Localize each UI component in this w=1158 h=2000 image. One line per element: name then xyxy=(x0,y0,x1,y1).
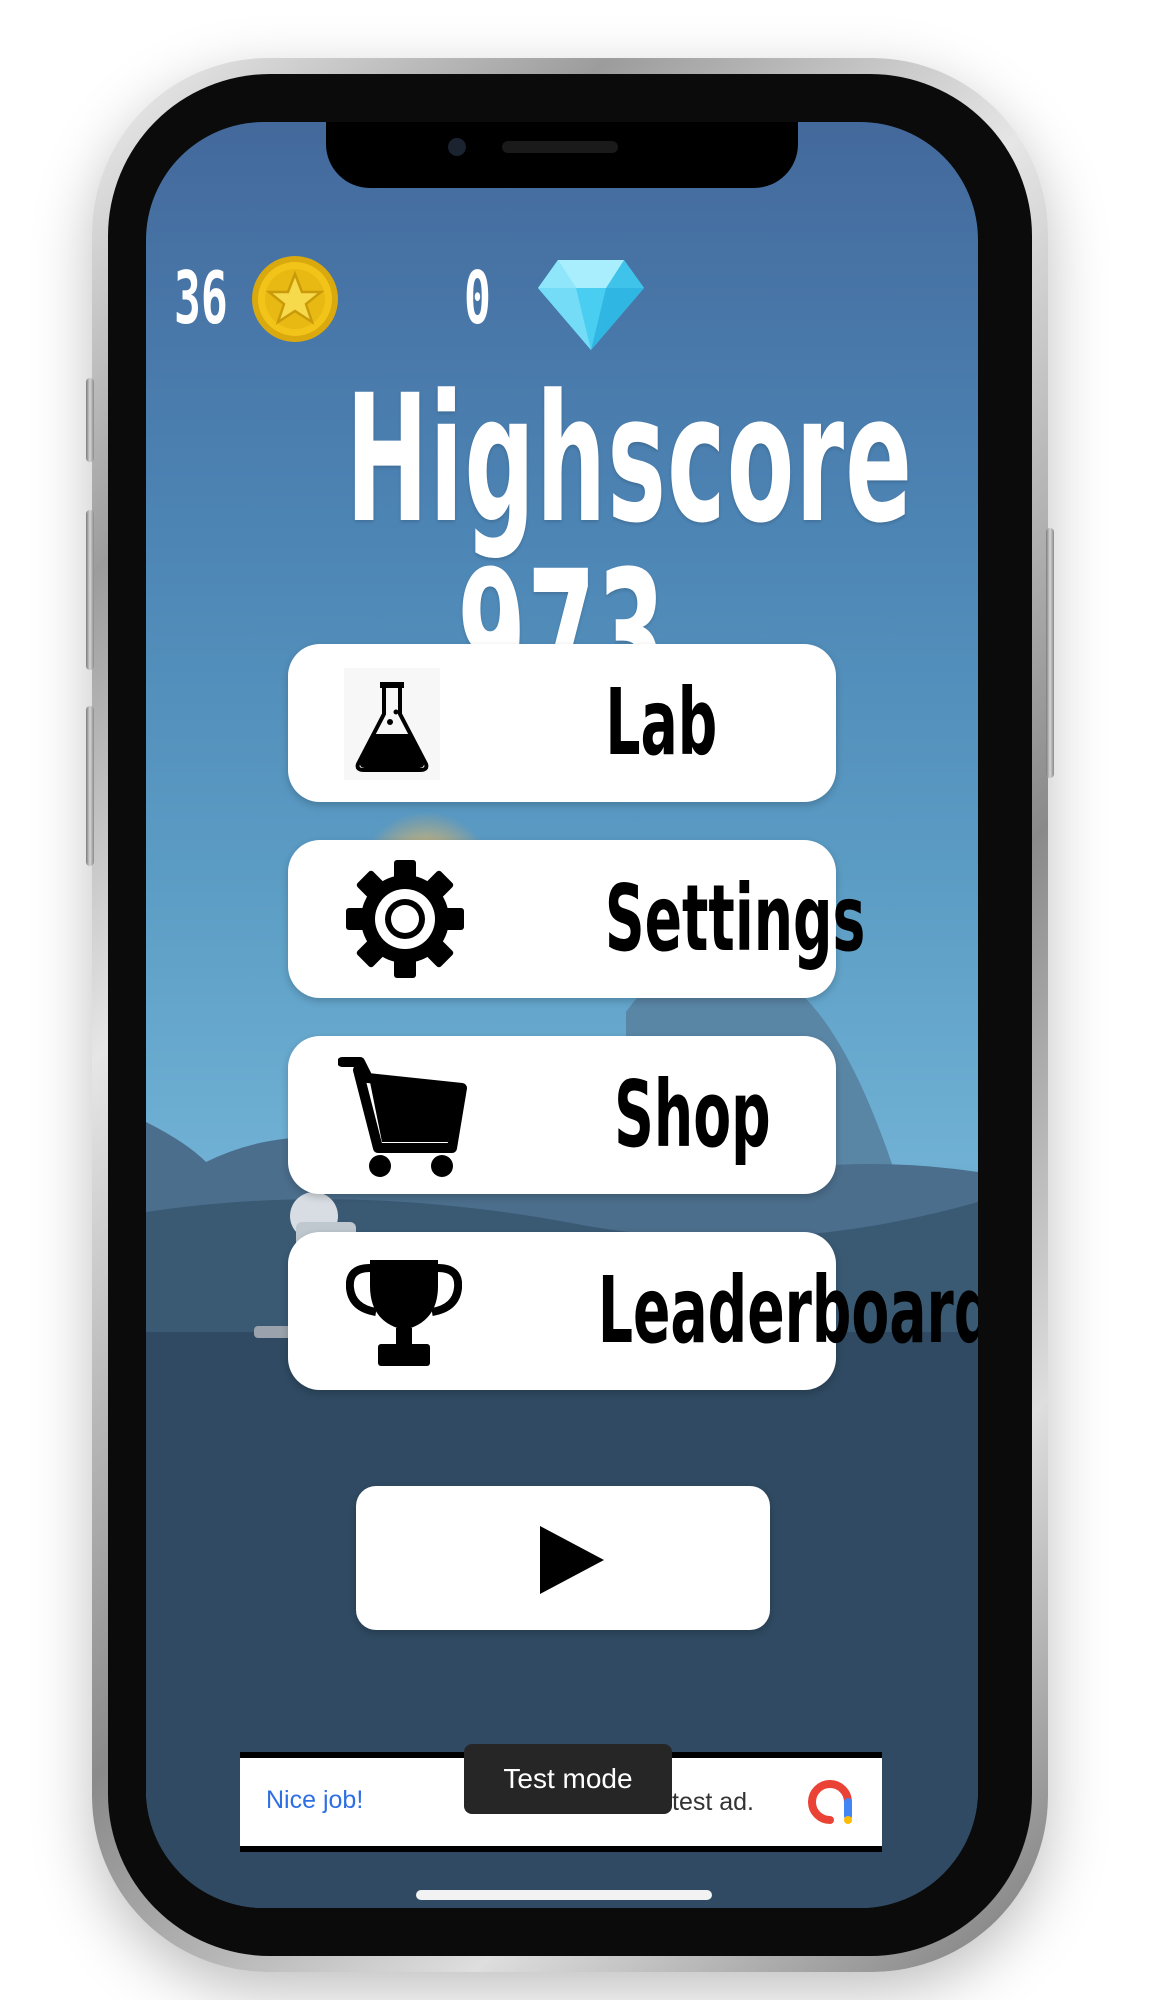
play-button[interactable] xyxy=(356,1486,770,1630)
gear-icon xyxy=(346,860,464,978)
trophy-icon xyxy=(346,1260,462,1366)
game-screen: 36 0 Highscore 973 Lab Settings Shop Lea… xyxy=(146,122,978,1908)
coin-count: 36 xyxy=(174,256,228,340)
leaderboard-button[interactable]: Leaderboard xyxy=(288,1232,978,1390)
lab-label: Lab xyxy=(605,669,718,776)
star-coin-icon xyxy=(252,256,338,342)
diamond-icon xyxy=(538,260,644,350)
notch xyxy=(326,122,798,188)
lab-button[interactable]: Lab xyxy=(288,644,836,802)
ad-body-text: test ad. xyxy=(672,1788,754,1816)
volume-down-button xyxy=(86,706,94,866)
test-mode-badge: Test mode xyxy=(464,1744,672,1814)
phone-frame: 36 0 Highscore 973 Lab Settings Shop Lea… xyxy=(86,58,1054,1972)
shop-label: Shop xyxy=(614,1061,771,1168)
shop-button[interactable]: Shop xyxy=(288,1036,836,1194)
earpiece-speaker xyxy=(502,141,618,153)
flask-icon xyxy=(344,668,440,780)
silent-switch xyxy=(86,378,94,462)
settings-label: Settings xyxy=(604,865,866,972)
cart-icon xyxy=(338,1057,467,1177)
leaderboard-label: Leaderboard xyxy=(597,1257,978,1364)
home-indicator[interactable] xyxy=(416,1890,712,1900)
front-camera xyxy=(448,138,466,156)
play-icon xyxy=(540,1526,604,1594)
gem-count: 0 xyxy=(464,256,491,340)
settings-button[interactable]: Settings xyxy=(288,840,865,998)
volume-up-button xyxy=(86,510,94,670)
power-button xyxy=(1046,528,1054,778)
ad-headline: Nice job! xyxy=(266,1786,364,1814)
admob-icon xyxy=(808,1780,852,1824)
